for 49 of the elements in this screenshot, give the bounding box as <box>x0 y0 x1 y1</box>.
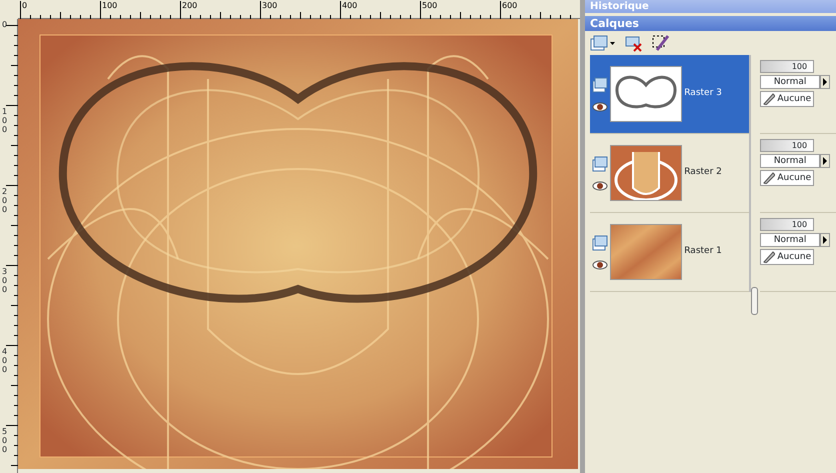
layer-row[interactable]: Raster 1 <box>590 213 750 292</box>
blend-mode-field[interactable]: Normal <box>760 154 820 168</box>
ruler-label: 300 <box>262 2 278 10</box>
brush-icon <box>763 172 776 184</box>
eye-icon[interactable] <box>592 102 608 112</box>
opacity-field[interactable]: 100 <box>760 60 814 72</box>
ruler-label: 400 <box>342 2 358 10</box>
ruler-label: 600 <box>502 2 518 10</box>
layer-icon <box>592 156 608 172</box>
layer-thumbnail <box>610 66 682 122</box>
layer-row[interactable]: Raster 3 <box>590 55 750 134</box>
layer-name: Raster 2 <box>684 166 722 180</box>
ruler-label: 500 <box>422 2 438 10</box>
palette-title: Historique <box>585 0 836 13</box>
layer-name: Raster 1 <box>684 245 722 258</box>
ruler-label: 200 <box>2 187 8 214</box>
eye-icon[interactable] <box>592 180 608 190</box>
ruler-label: 0 <box>22 2 28 10</box>
layer-icon <box>592 234 608 250</box>
ruler-label: 100 <box>2 107 8 134</box>
blend-mode-field[interactable]: Normal <box>760 232 820 247</box>
mask-button[interactable]: Aucune <box>760 170 814 186</box>
blend-mode-field[interactable]: Normal <box>760 74 820 89</box>
new-layer-icon[interactable] <box>590 34 616 52</box>
ruler-label: 100 <box>102 2 118 10</box>
ruler-label: 300 <box>2 267 8 294</box>
mask-button[interactable]: Aucune <box>760 91 814 107</box>
delete-layer-icon[interactable] <box>624 34 642 52</box>
ruler-label: 400 <box>2 347 8 374</box>
eye-icon[interactable] <box>592 260 608 270</box>
brush-icon <box>763 251 776 263</box>
layer-thumbnail <box>610 224 682 280</box>
brush-icon <box>763 93 776 105</box>
mask-button[interactable]: Aucune <box>760 249 814 265</box>
ruler-label: 500 <box>2 427 8 454</box>
opacity-field[interactable]: 100 <box>760 218 814 230</box>
layer-icon <box>592 76 608 92</box>
layer-thumbnail <box>610 145 682 201</box>
scrollbar-thumb[interactable] <box>751 287 758 315</box>
dropdown-arrow-icon[interactable] <box>820 232 830 247</box>
dropdown-arrow-icon[interactable] <box>820 154 830 168</box>
layer-name: Raster 3 <box>684 87 722 100</box>
layer-row[interactable]: Raster 2 <box>590 134 750 213</box>
ruler-label: 200 <box>182 2 198 10</box>
dropdown-arrow-icon[interactable] <box>820 74 830 89</box>
ruler-label: 0 <box>2 20 8 29</box>
brush-selection-icon[interactable] <box>652 34 670 52</box>
palette-title: Calques <box>585 16 836 31</box>
opacity-field[interactable]: 100 <box>760 138 814 152</box>
